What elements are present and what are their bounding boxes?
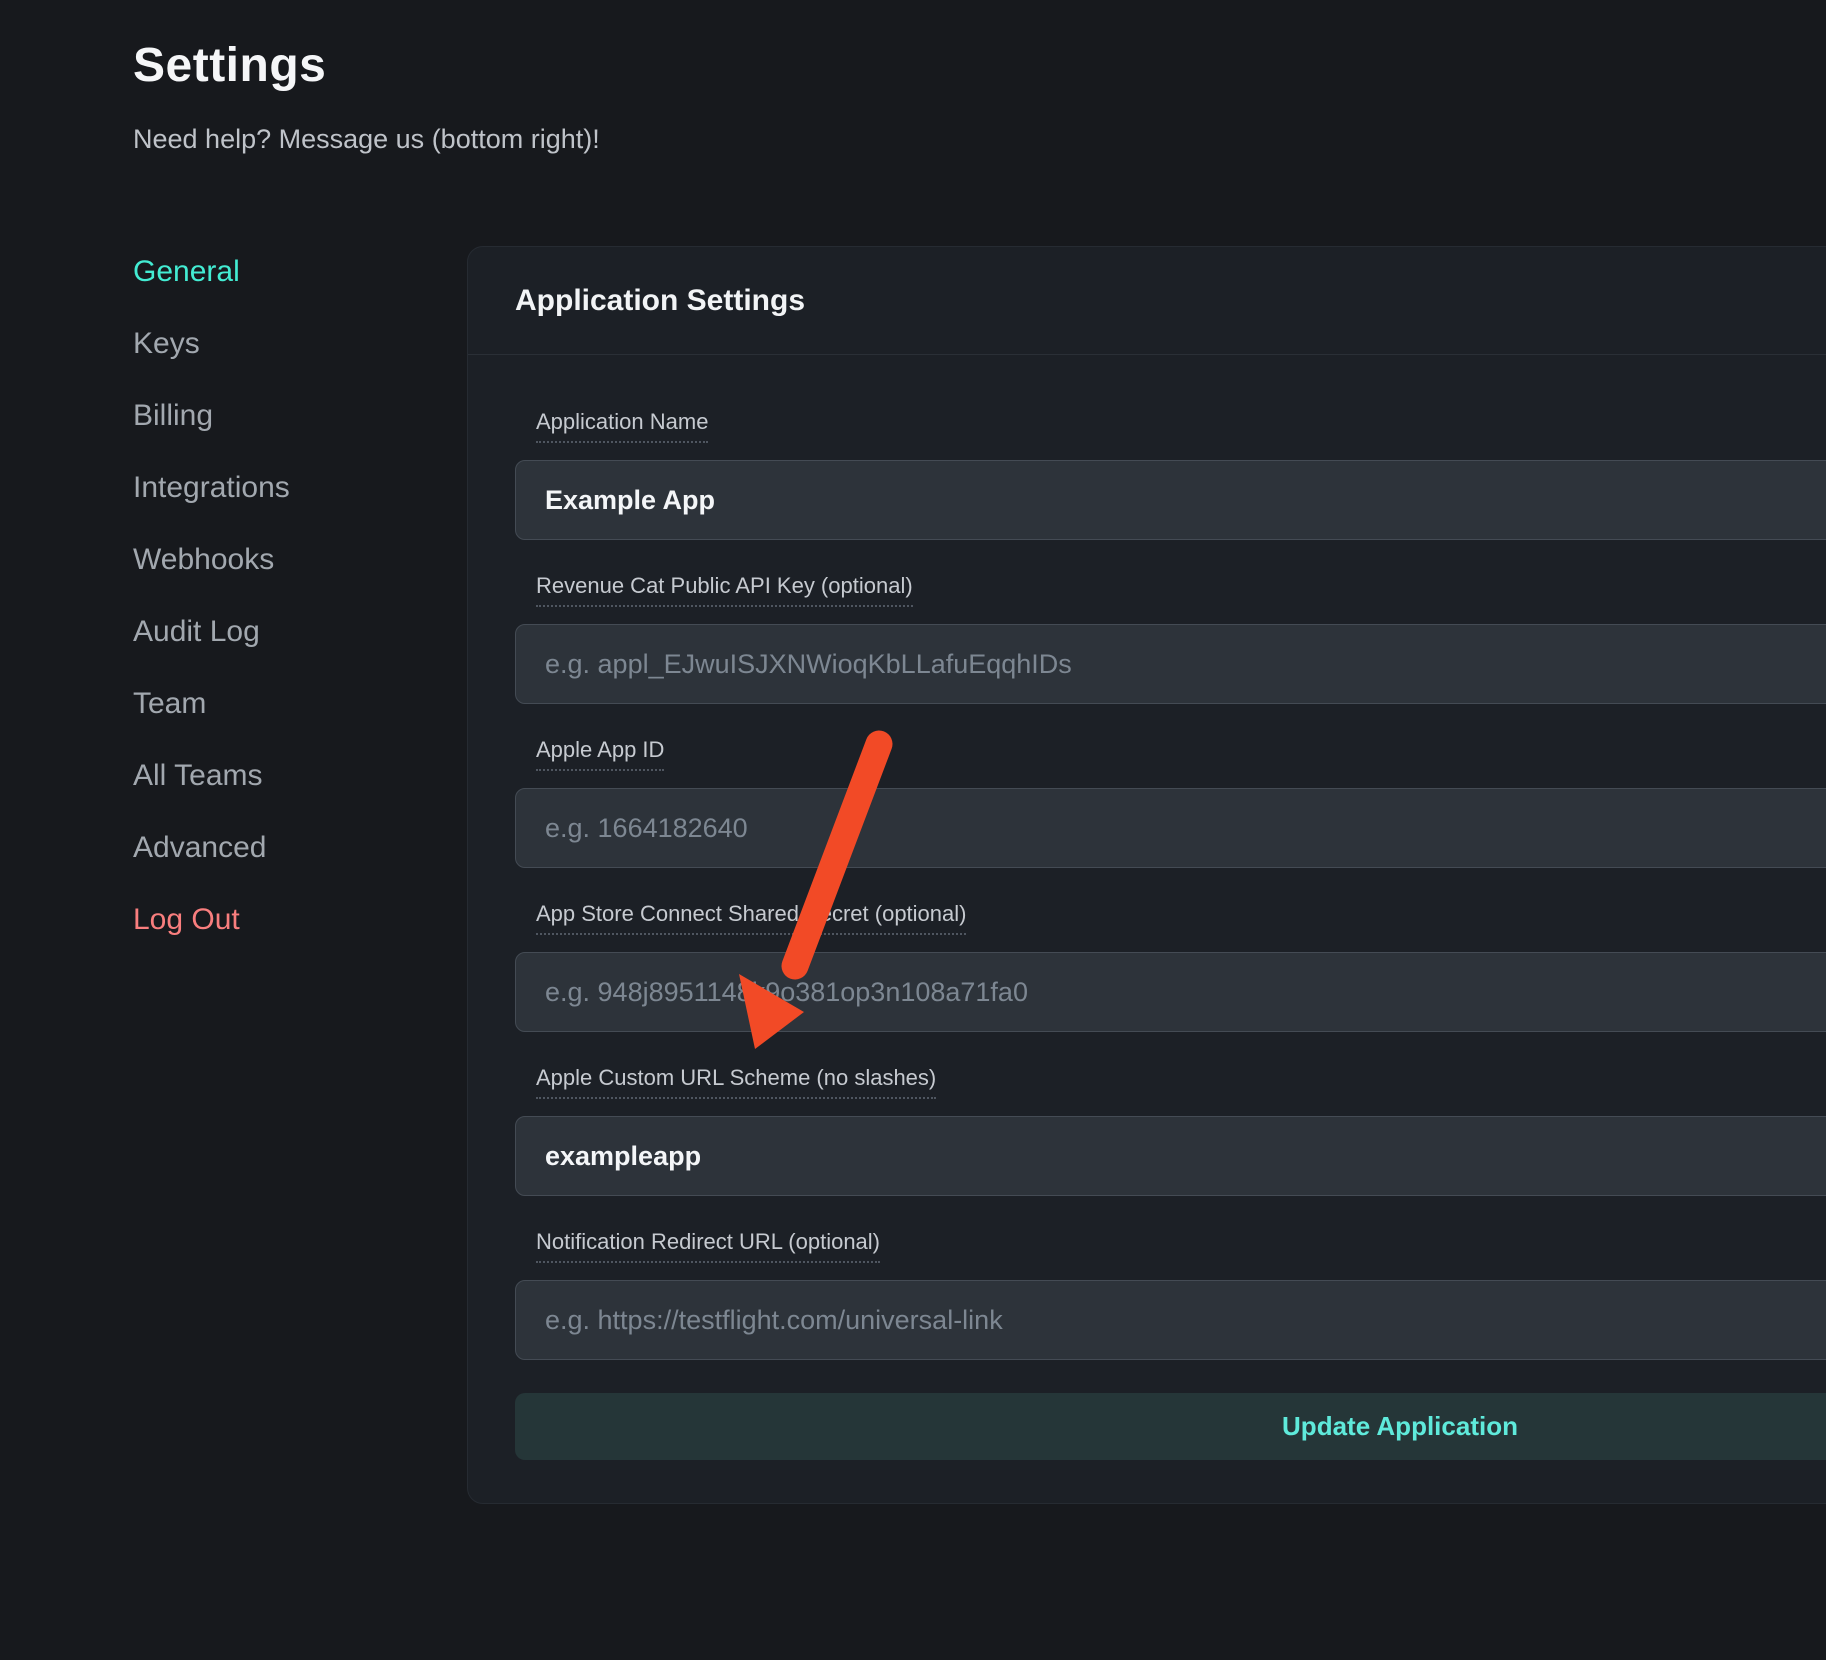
field-group: Notification Redirect URL (optional) (515, 1229, 1826, 1360)
sidebar-item-audit-log[interactable]: Audit Log (133, 596, 423, 668)
field-label-app-store-shared-secret: App Store Connect Shared Secret (optiona… (536, 901, 966, 935)
sidebar-nav: GeneralKeysBillingIntegrationsWebhooksAu… (133, 236, 423, 956)
settings-page: Settings Need help? Message us (bottom r… (0, 0, 1826, 1660)
field-group: Application Name (515, 409, 1826, 540)
sidebar-item-integrations[interactable]: Integrations (133, 452, 423, 524)
panel-title: Application Settings (515, 284, 805, 318)
update-application-button[interactable]: Update Application (515, 1393, 1826, 1460)
page-subtitle: Need help? Message us (bottom right)! (133, 124, 600, 155)
sidebar-item-team[interactable]: Team (133, 668, 423, 740)
sidebar-item-log-out[interactable]: Log Out (133, 884, 423, 956)
sidebar-item-webhooks[interactable]: Webhooks (133, 524, 423, 596)
field-input-revenuecat-api-key[interactable] (515, 624, 1826, 704)
panel-header: Application Settings (468, 247, 1826, 355)
field-label-notification-redirect-url: Notification Redirect URL (optional) (536, 1229, 880, 1263)
page-title: Settings (133, 38, 326, 93)
sidebar-item-all-teams[interactable]: All Teams (133, 740, 423, 812)
field-label-application-name: Application Name (536, 409, 708, 443)
field-label-apple-custom-url-scheme: Apple Custom URL Scheme (no slashes) (536, 1065, 936, 1099)
sidebar-item-keys[interactable]: Keys (133, 308, 423, 380)
field-group: Apple Custom URL Scheme (no slashes) (515, 1065, 1826, 1196)
field-input-notification-redirect-url[interactable] (515, 1280, 1826, 1360)
field-label-revenuecat-api-key: Revenue Cat Public API Key (optional) (536, 573, 913, 607)
field-input-app-store-shared-secret[interactable] (515, 952, 1826, 1032)
sidebar-item-advanced[interactable]: Advanced (133, 812, 423, 884)
application-settings-panel: Application Settings Application Name Re… (467, 246, 1826, 1504)
field-group: Revenue Cat Public API Key (optional) (515, 573, 1826, 704)
sidebar-item-billing[interactable]: Billing (133, 380, 423, 452)
field-label-apple-app-id: Apple App ID (536, 737, 664, 771)
field-group: App Store Connect Shared Secret (optiona… (515, 901, 1826, 1032)
field-input-application-name[interactable] (515, 460, 1826, 540)
panel-body: Application Name Revenue Cat Public API … (468, 355, 1826, 1507)
field-input-apple-app-id[interactable] (515, 788, 1826, 868)
field-input-apple-custom-url-scheme[interactable] (515, 1116, 1826, 1196)
field-group: Apple App ID (515, 737, 1826, 868)
sidebar-item-general[interactable]: General (133, 236, 423, 308)
